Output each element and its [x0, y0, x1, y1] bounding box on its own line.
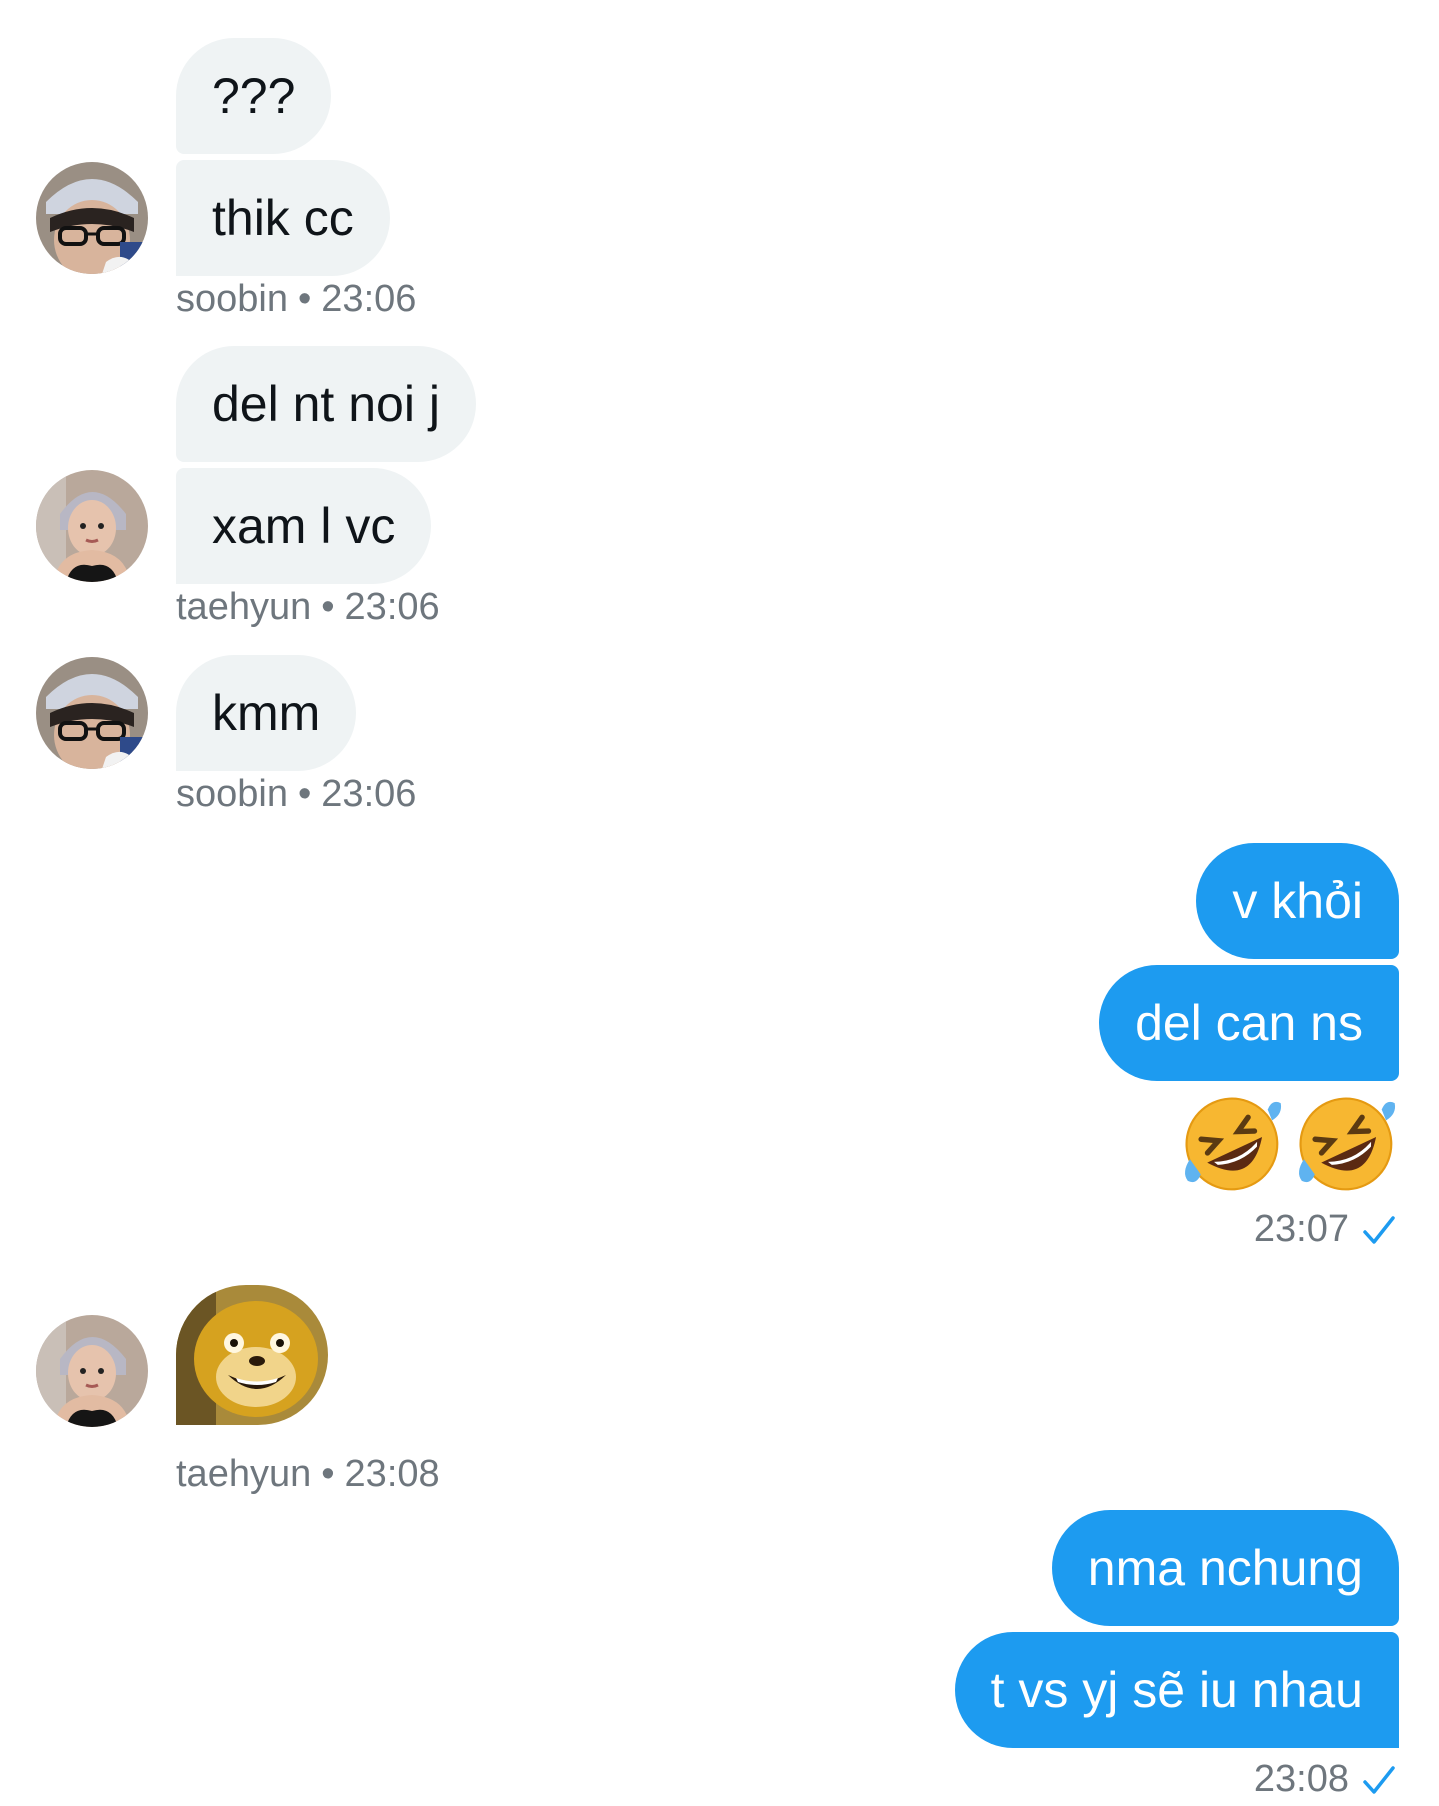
- message-time: 23:06: [344, 586, 440, 628]
- sender-name: taehyun: [176, 586, 312, 628]
- emoji-message[interactable]: [1177, 1088, 1399, 1196]
- sticker-message[interactable]: [176, 1285, 328, 1425]
- message-bubble-sent[interactable]: t vs yj sẽ iu nhau: [954, 1632, 1399, 1748]
- avatar-taehyun[interactable]: [36, 470, 148, 582]
- avatar-image: [36, 1315, 148, 1427]
- message-time: 23:08: [344, 1453, 440, 1495]
- meta-separator: •: [297, 773, 312, 815]
- sender-name: soobin: [176, 278, 288, 320]
- message-time: 23:07: [1253, 1208, 1349, 1250]
- message-time: 23:06: [321, 278, 417, 320]
- meta-separator: •: [297, 278, 312, 320]
- message-bubble[interactable]: thik cc: [176, 160, 390, 276]
- meta-separator: •: [321, 1453, 335, 1495]
- message-meta-sent: 23:08: [1254, 1758, 1397, 1801]
- avatar-soobin[interactable]: [36, 657, 148, 769]
- message-meta: soobin • 23:06: [176, 773, 416, 816]
- sender-name: taehyun: [176, 1453, 312, 1495]
- message-bubble-sent[interactable]: nma nchung: [1051, 1510, 1399, 1626]
- avatar-image: [36, 162, 148, 274]
- rolling-on-floor-laughing-icon: [1299, 1097, 1396, 1191]
- avatar-soobin[interactable]: [36, 162, 148, 274]
- message-time: 23:06: [321, 773, 417, 815]
- message-meta: taehyun • 23:08: [176, 1453, 440, 1496]
- message-bubble-sent[interactable]: del can ns: [1099, 965, 1399, 1081]
- message-meta: taehyun • 23:06: [176, 586, 440, 629]
- avatar-taehyun[interactable]: [36, 1315, 148, 1427]
- shiba-dog-sticker-icon: [176, 1285, 328, 1425]
- message-meta-sent: 23:07: [1254, 1208, 1397, 1251]
- message-bubble[interactable]: xam l vc: [176, 468, 432, 584]
- message-bubble[interactable]: ???: [176, 38, 332, 154]
- sent-check-icon: [1363, 1215, 1395, 1244]
- avatar-image: [36, 657, 148, 769]
- sender-name: soobin: [176, 773, 288, 815]
- message-time: 23:08: [1253, 1758, 1349, 1800]
- message-bubble-sent[interactable]: v khỏi: [1196, 843, 1399, 959]
- avatar-image: [36, 470, 148, 582]
- meta-separator: •: [321, 586, 335, 628]
- rolling-on-floor-laughing-icon: [1185, 1097, 1282, 1191]
- message-meta: soobin • 23:06: [176, 278, 416, 321]
- message-bubble[interactable]: kmm: [176, 655, 357, 771]
- message-bubble[interactable]: del nt noi j: [176, 346, 476, 462]
- sent-check-icon: [1363, 1765, 1395, 1794]
